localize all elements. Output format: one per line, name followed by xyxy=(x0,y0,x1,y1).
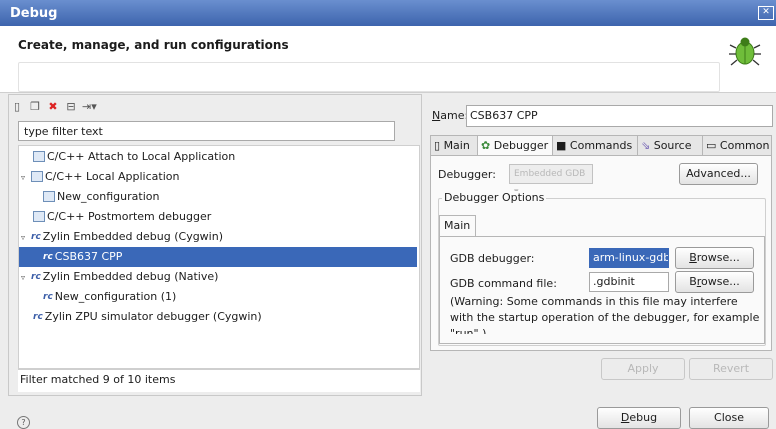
c-config-icon xyxy=(33,210,45,222)
expand-toggle-icon[interactable]: ▿ xyxy=(21,228,31,248)
gdb-debugger-label: GDB debugger: xyxy=(450,252,535,265)
gdb-command-file-field[interactable]: .gdbinit xyxy=(589,272,669,292)
tab-main[interactable]: ▯ Main xyxy=(430,135,478,155)
tree-item[interactable]: C/C++ Attach to Local Application xyxy=(19,147,417,167)
duplicate-config-icon[interactable]: ❐ xyxy=(28,100,42,114)
close-window-icon[interactable]: ✕ xyxy=(758,6,774,20)
new-config-icon[interactable]: ▯ xyxy=(10,100,24,114)
close-button[interactable]: Close xyxy=(689,407,769,429)
debugger-options-label: Debugger Options xyxy=(442,191,547,204)
main-tab-icon: ▯ xyxy=(434,139,441,152)
tree-item-label: C/C++ Attach to Local Application xyxy=(47,150,236,163)
title-bar: Debug ✕ xyxy=(0,0,776,26)
apply-button[interactable]: Apply xyxy=(601,358,685,380)
zylin-icon: rc xyxy=(43,252,53,262)
dialog-title: Create, manage, and run configurations xyxy=(18,38,289,52)
warning-text: (Warning: Some commands in this file may… xyxy=(450,295,760,334)
name-label: Name: xyxy=(432,109,469,122)
filter-icon[interactable]: ⇥▾ xyxy=(82,100,97,114)
tree-item-label: New_configuration xyxy=(57,190,160,203)
browse-command-file-button[interactable]: Browse... xyxy=(675,271,754,293)
tree-item[interactable]: ▿ rc Zylin Embedded debug (Cygwin) xyxy=(19,227,417,247)
bug-icon xyxy=(729,37,761,66)
c-config-icon xyxy=(31,170,43,182)
zylin-icon: rc xyxy=(31,272,41,282)
config-toolbar: ▯ ❐ ✖ ⊟ ⇥▾ xyxy=(10,98,97,116)
tree-item-label: CSB637 CPP xyxy=(54,250,123,263)
tab-commands[interactable]: ■ Commands xyxy=(552,135,638,155)
debug-button[interactable]: Debug xyxy=(597,407,681,429)
advanced-button[interactable]: Advanced... xyxy=(679,163,758,185)
tree-item-label: Zylin Embedded debug (Native) xyxy=(42,270,219,283)
window-title: Debug xyxy=(10,6,58,21)
tree-item[interactable]: rc Zylin ZPU simulator debugger (Cygwin) xyxy=(19,307,417,327)
header-message xyxy=(18,62,720,92)
zylin-icon: rc xyxy=(43,292,53,302)
tree-item[interactable]: C/C++ Postmortem debugger xyxy=(19,207,417,227)
delete-config-icon[interactable]: ✖ xyxy=(46,100,60,114)
c-config-icon xyxy=(43,190,55,202)
tree-item-label: Zylin ZPU simulator debugger (Cygwin) xyxy=(44,310,262,323)
tree-item-label: Zylin Embedded debug (Cygwin) xyxy=(42,230,223,243)
common-tab-icon: ▭ xyxy=(706,139,717,152)
source-tab-icon: ⇘ xyxy=(641,139,651,152)
expand-toggle-icon[interactable]: ▿ xyxy=(21,268,31,288)
inner-tab-main[interactable]: Main xyxy=(439,215,476,236)
config-tree[interactable]: C/C++ Attach to Local Application ▿ C/C++ … xyxy=(18,145,420,369)
tree-item[interactable]: rc CSB637 CPP xyxy=(19,247,417,267)
tree-item[interactable]: rc New_configuration (1) xyxy=(19,287,417,307)
c-config-icon xyxy=(33,150,45,162)
commands-tab-icon: ■ xyxy=(556,139,567,152)
name-field[interactable]: CSB637 CPP xyxy=(466,105,773,127)
tree-item[interactable]: ▿ C/C++ Local Application xyxy=(19,167,417,187)
tree-item-label: New_configuration (1) xyxy=(54,290,177,303)
collapse-all-icon[interactable]: ⊟ xyxy=(64,100,78,114)
tree-item-label: C/C++ Postmortem debugger xyxy=(47,210,212,223)
tree-item[interactable]: ▿ rc Zylin Embedded debug (Native) xyxy=(19,267,417,287)
dialog-header: Create, manage, and run configurations xyxy=(0,26,776,93)
zylin-icon: rc xyxy=(33,312,43,322)
filter-input[interactable]: type filter text xyxy=(18,121,395,141)
gdb-debugger-field[interactable]: arm-linux-gdb xyxy=(589,248,669,268)
debugger-label: Debugger: xyxy=(438,168,496,181)
debugger-tab-icon: ✿ xyxy=(481,139,491,152)
tree-item-label: C/C++ Local Application xyxy=(45,170,180,183)
browse-gdb-button[interactable]: Browse... xyxy=(675,247,754,269)
tree-item[interactable]: New_configuration xyxy=(19,187,417,207)
expand-toggle-icon[interactable]: ▿ xyxy=(21,168,31,188)
tab-debugger[interactable]: ✿ Debugger xyxy=(477,135,553,156)
tab-common[interactable]: ▭ Common xyxy=(702,135,772,155)
zylin-icon: rc xyxy=(31,232,41,242)
gdb-command-file-label: GDB command file: xyxy=(450,277,557,290)
help-icon[interactable]: ? xyxy=(17,416,30,429)
debugger-select[interactable]: Embedded GDB ▾ xyxy=(509,164,593,197)
revert-button[interactable]: Revert xyxy=(689,358,773,380)
filter-status: Filter matched 9 of 10 items xyxy=(18,369,420,392)
tab-source[interactable]: ⇘ Source xyxy=(637,135,703,155)
